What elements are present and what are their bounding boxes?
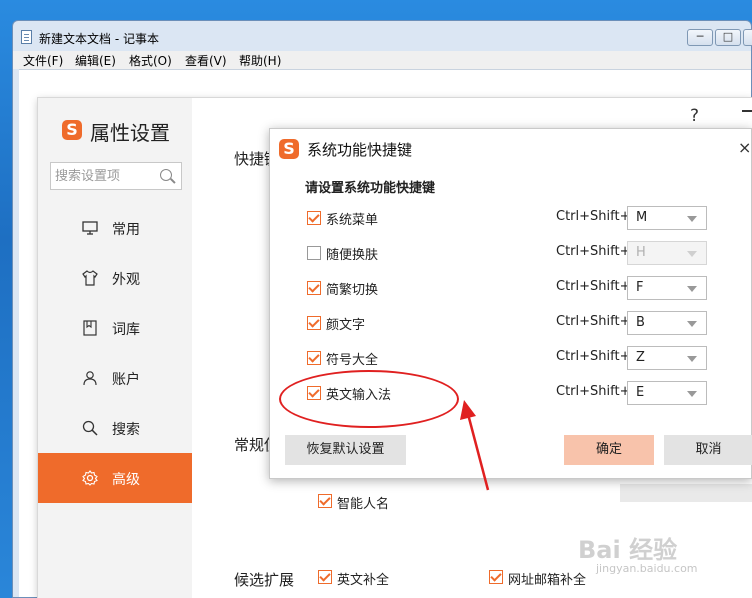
ok-button[interactable]: 确定	[564, 435, 654, 465]
shortcut-modifier: Ctrl+Shift+	[556, 244, 631, 259]
symbols-checkbox[interactable]	[307, 351, 321, 365]
notepad-icon	[21, 30, 32, 44]
shortcut-key-select[interactable]: B	[627, 311, 707, 335]
sogou-logo-icon: S	[279, 139, 299, 159]
cancel-button[interactable]: 取消	[664, 435, 752, 465]
maximize-button[interactable]: □	[715, 29, 741, 46]
sidebar-item-label: 高级	[112, 472, 140, 488]
section-label-candidate: 候选扩展	[234, 571, 295, 589]
user-icon	[83, 371, 97, 386]
english-complete-checkbox[interactable]	[318, 570, 332, 584]
book-icon	[83, 320, 97, 336]
smart-name-checkbox[interactable]	[318, 494, 332, 508]
url-email-complete-checkbox[interactable]	[489, 570, 503, 584]
sidebar-item-label: 账户	[112, 372, 140, 388]
menu-help[interactable]: 帮助(H)	[239, 52, 281, 69]
dialog-heading: 请设置系统功能快捷键	[305, 181, 436, 196]
menu-view[interactable]: 查看(V)	[185, 52, 227, 69]
shortcut-name: 随便换肤	[326, 248, 379, 263]
sidebar-item-account[interactable]: 账户	[38, 353, 192, 403]
watermark-url: jingyan.baidu.com	[596, 562, 698, 575]
dialog-title: 系统功能快捷键	[307, 141, 413, 159]
shortcut-modifier: Ctrl+Shift+	[556, 384, 631, 399]
properties-sidebar: S 属性设置 常用 外观 词库 账户 搜索 高级	[38, 98, 192, 598]
sidebar-item-common[interactable]: 常用	[38, 203, 192, 253]
simp-trad-checkbox[interactable]	[307, 281, 321, 295]
close-icon[interactable]: ×	[738, 138, 751, 157]
sidebar-item-appearance[interactable]: 外观	[38, 253, 192, 303]
shirt-icon	[82, 270, 98, 286]
restore-defaults-button[interactable]: 恢复默认设置	[285, 435, 406, 465]
shortcut-row-symbols: 符号大全 Ctrl+Shift+ Z	[270, 346, 752, 372]
shortcut-key-value: F	[636, 280, 644, 295]
shortcut-modifier: Ctrl+Shift+	[556, 279, 631, 294]
emoticon-checkbox[interactable]	[307, 316, 321, 330]
system-menu-checkbox[interactable]	[307, 211, 321, 225]
shortcut-key-select[interactable]: Z	[627, 346, 707, 370]
properties-title: 属性设置	[90, 121, 170, 145]
settings-search-input[interactable]	[55, 166, 155, 186]
shortcut-row-skin: 随便换肤 Ctrl+Shift+ H	[270, 241, 752, 267]
url-email-complete-label: 网址邮箱补全	[508, 573, 587, 588]
menu-edit[interactable]: 编辑(E)	[75, 52, 116, 69]
shortcut-key-value: Z	[636, 350, 645, 365]
shortcut-name: 简繁切换	[326, 283, 379, 298]
shortcut-key-select: H	[627, 241, 707, 265]
menu-file[interactable]: 文件(F)	[23, 52, 63, 69]
shortcut-modifier: Ctrl+Shift+	[556, 209, 631, 224]
shortcut-key-select[interactable]: E	[627, 381, 707, 405]
search-icon[interactable]	[160, 169, 172, 181]
sogou-logo-icon: S	[62, 120, 82, 140]
properties-close-button[interactable]	[742, 110, 752, 112]
sidebar-item-dictionary[interactable]: 词库	[38, 303, 192, 353]
shortcut-modifier: Ctrl+Shift+	[556, 314, 631, 329]
shortcut-key-select[interactable]: M	[627, 206, 707, 230]
chevron-down-icon	[687, 356, 697, 362]
help-button[interactable]: ?	[690, 106, 699, 126]
english-complete-label: 英文补全	[337, 573, 390, 588]
notepad-title: 新建文本文档 - 记事本	[39, 32, 159, 46]
shortcut-key-select[interactable]: F	[627, 276, 707, 300]
shortcut-name: 颜文字	[326, 318, 366, 333]
chevron-down-icon	[687, 286, 697, 292]
shortcut-name: 系统菜单	[326, 213, 379, 228]
shortcut-row-system-menu: 系统菜单 Ctrl+Shift+ M	[270, 206, 752, 232]
sidebar-item-advanced[interactable]: 高级	[38, 453, 192, 503]
smart-name-label: 智能人名	[337, 497, 390, 512]
monitor-icon	[82, 221, 98, 235]
shortcut-row-simp-trad: 简繁切换 Ctrl+Shift+ F	[270, 276, 752, 302]
notepad-menubar: 文件(F) 编辑(E) 格式(O) 查看(V) 帮助(H)	[13, 51, 751, 69]
watermark: Bai 经验	[578, 536, 678, 564]
notepad-titlebar[interactable]: 新建文本文档 - 记事本 ─ □	[13, 21, 752, 51]
sidebar-item-label: 常用	[112, 222, 140, 238]
shortcut-key-value: B	[636, 315, 645, 330]
skin-checkbox[interactable]	[307, 246, 321, 260]
sidebar-item-search[interactable]: 搜索	[38, 403, 192, 453]
shortcut-key-value: M	[636, 210, 648, 225]
chevron-down-icon	[687, 321, 697, 327]
sidebar-item-label: 外观	[112, 272, 140, 288]
shortcut-name: 符号大全	[326, 353, 379, 368]
minimize-button[interactable]: ─	[687, 29, 713, 46]
sidebar-item-label: 搜索	[112, 422, 140, 438]
background-button-fragment	[620, 484, 752, 502]
sidebar-item-label: 词库	[112, 322, 140, 338]
shortcut-modifier: Ctrl+Shift+	[556, 349, 631, 364]
chevron-down-icon	[687, 391, 697, 397]
menu-format[interactable]: 格式(O)	[129, 52, 172, 69]
shortcut-key-value: E	[636, 385, 645, 400]
search-icon	[82, 420, 98, 436]
chevron-down-icon	[687, 251, 697, 257]
chevron-down-icon	[687, 216, 697, 222]
gear-icon	[82, 470, 98, 486]
annotation-ellipse	[279, 370, 459, 428]
shortcut-key-value: H	[636, 245, 646, 260]
settings-search-box[interactable]	[50, 162, 182, 190]
shortcut-row-emoticon: 颜文字 Ctrl+Shift+ B	[270, 311, 752, 337]
close-button[interactable]	[743, 29, 752, 46]
